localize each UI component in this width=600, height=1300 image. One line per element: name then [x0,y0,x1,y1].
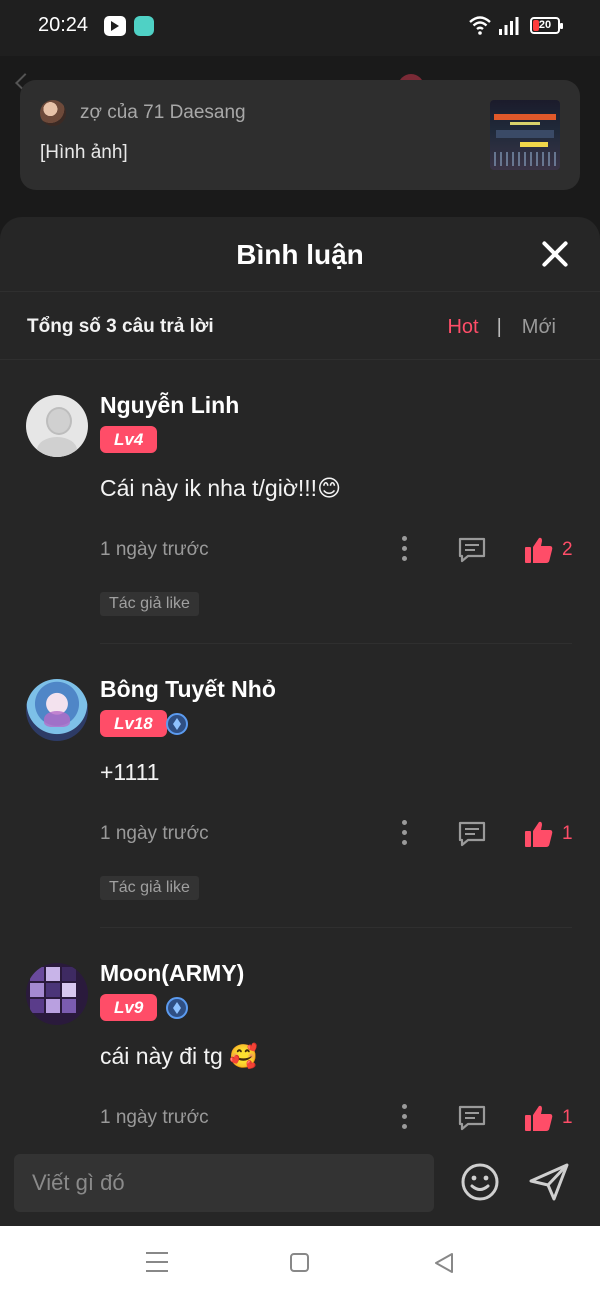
battery-icon: 20 [530,17,563,34]
like-count: 1 [562,1107,573,1128]
reply-icon[interactable] [457,820,487,848]
divider [0,291,600,292]
comment-input[interactable]: Viết gì đó [14,1154,434,1212]
post-content: [Hình ảnh] [40,142,128,163]
comment-time: 1 ngày trước [100,539,209,560]
post-preview-card[interactable]: zợ của 71 Daesang [Hình ảnh] [20,80,580,190]
sort-separator: | [496,316,502,338]
commenter-name[interactable]: Bông Tuyết Nhỏ [100,676,276,703]
emoji-icon[interactable] [460,1162,500,1202]
more-options-icon[interactable] [398,818,412,848]
comment-item: Nguyễn Linh Lv4 Cái này ik nha t/giờ!!!😊… [0,359,600,643]
avatar[interactable] [26,395,88,457]
commenter-name[interactable]: Moon(ARMY) [100,960,244,987]
like-icon[interactable] [524,1103,554,1133]
level-badge: Lv9 [100,994,158,1021]
comment-time: 1 ngày trước [100,823,209,844]
sort-hot-tab[interactable]: Hot [447,316,478,339]
post-thumbnail[interactable] [490,100,560,170]
author-liked-tag: Tác giả like [100,592,199,616]
comment-text: +1111 [100,759,160,785]
reply-icon[interactable] [457,536,487,564]
sort-new-tab[interactable]: Mới [522,316,556,339]
author-liked-tag: Tác giả like [100,876,199,900]
status-time: 20:24 [38,14,89,36]
comment-time: 1 ngày trước [100,1107,209,1128]
commenter-name[interactable]: Nguyễn Linh [100,392,239,419]
more-options-icon[interactable] [398,1102,412,1132]
system-nav-bar [0,1226,600,1300]
play-app-icon [104,16,126,36]
like-count: 1 [562,823,573,844]
home-icon[interactable] [290,1253,309,1272]
member-badge-icon [166,997,188,1019]
wifi-icon [469,16,491,35]
comment-text: cái này đi tg 🥰 [100,1043,258,1069]
avatar[interactable] [26,963,88,1025]
sheet-title: Bình luận [236,239,364,270]
post-author-avatar [40,100,66,126]
total-replies: Tổng số 3 câu trả lời [27,316,214,337]
reply-icon[interactable] [457,1104,487,1132]
sort-tabs: Hot | Mới [447,316,556,339]
signal-icon [499,17,519,35]
like-count: 2 [562,539,573,560]
recent-apps-icon[interactable] [146,1252,168,1272]
comment-text: Cái này ik nha t/giờ!!!😊 [100,475,342,501]
level-badge: Lv18 [100,710,167,737]
like-icon[interactable] [524,535,554,565]
battery-level: 20 [538,19,552,31]
comment-item: Bông Tuyết Nhỏ Lv18 +1111 1 ngày trước 1… [0,643,600,927]
more-options-icon[interactable] [398,534,412,564]
post-author-name: zợ của 71 Daesang [80,102,246,123]
comments-sheet: Bình luận Tổng số 3 câu trả lời Hot | Mớ… [0,217,600,1225]
level-badge: Lv4 [100,426,158,453]
avatar[interactable] [26,679,88,741]
send-icon[interactable] [528,1162,570,1202]
close-button[interactable] [538,237,572,271]
chat-app-icon [134,16,154,36]
comment-input-bar: Viết gì đó [0,1140,600,1226]
member-badge-icon [166,713,188,735]
status-bar: 20:24 20 [0,0,600,56]
like-icon[interactable] [524,819,554,849]
back-icon[interactable] [434,1252,454,1274]
